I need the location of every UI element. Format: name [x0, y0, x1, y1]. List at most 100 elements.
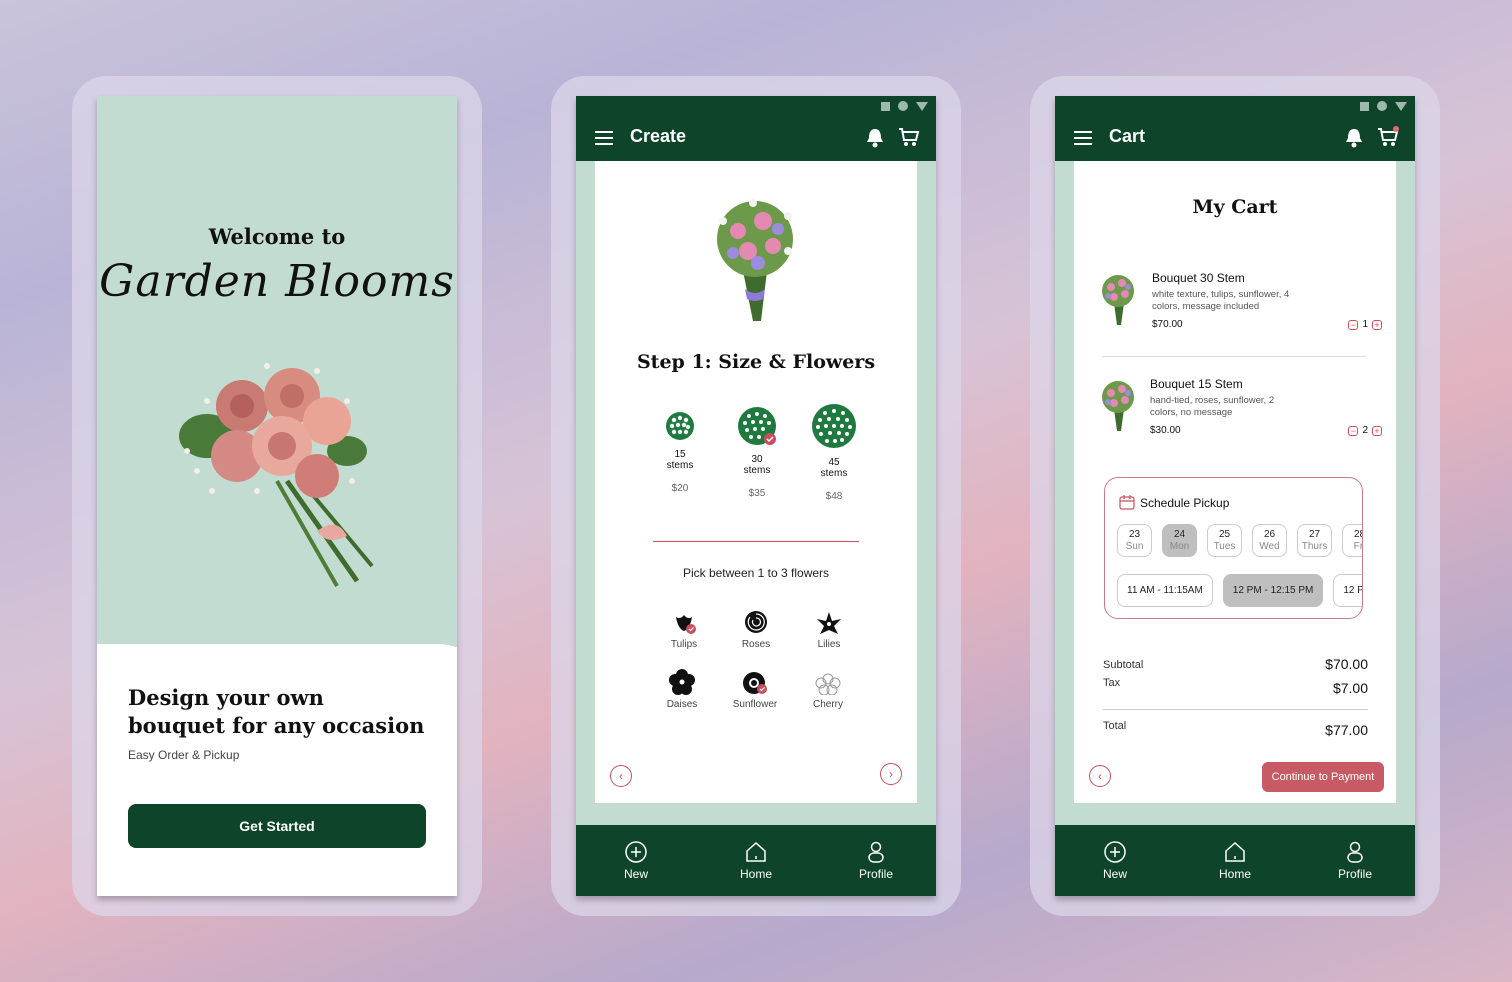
date-picker: 23Sun 24Mon 25Tues 26Wed 27Thurs 28Fri [1117, 524, 1362, 557]
stems-15-icon [666, 412, 694, 440]
decrease-button[interactable]: − [1348, 319, 1359, 330]
nav-home[interactable]: Home [696, 825, 816, 896]
item-description: hand-tied, roses, sunflower, 2 colors, n… [1150, 395, 1275, 418]
cart-icon[interactable] [1377, 126, 1399, 148]
size-45-count: 45 [828, 457, 840, 468]
welcome-screen: Welcome to Garden Blooms Design your own… [97, 96, 457, 896]
status-bar [1055, 96, 1415, 118]
plus-circle-icon [1104, 841, 1126, 863]
circle-icon [1377, 101, 1387, 111]
bottom-nav: New Home Profile [576, 825, 936, 896]
flower-daises[interactable]: Daises [652, 669, 712, 710]
cart-icon[interactable] [898, 126, 920, 148]
size-option-15[interactable]: 15 stems $20 [650, 411, 710, 494]
get-started-button[interactable]: Get Started [128, 804, 426, 848]
flower-roses[interactable]: Roses [726, 609, 786, 650]
size-option-45[interactable]: 45 stems $48 [804, 404, 864, 502]
calendar-icon [1119, 495, 1135, 510]
welcome-phone-frame: Welcome to Garden Blooms Design your own… [72, 76, 482, 916]
size-30-price: $35 [748, 488, 766, 499]
flower-label: Lilies [817, 639, 841, 650]
menu-icon[interactable] [595, 131, 613, 145]
continue-to-payment-button[interactable]: Continue to Payment [1262, 762, 1384, 792]
pick-instructions: Pick between 1 to 3 flowers [682, 566, 830, 580]
increase-button[interactable]: + [1372, 425, 1382, 436]
cart-screen: Cart My Cart Bouquet 30 Stem white textu… [1055, 96, 1415, 896]
size-30-unit: stems [743, 465, 771, 476]
cart-card: My Cart Bouquet 30 Stem white texture, t… [1074, 161, 1396, 803]
app-bar: Create [576, 118, 936, 161]
subtotal-row: Subtotal $70.00 [1103, 656, 1368, 672]
totals-divider [1103, 709, 1368, 710]
nav-profile-label: Profile [1337, 867, 1372, 881]
date-option[interactable]: 28Fri [1342, 524, 1362, 557]
item-divider [1102, 356, 1366, 357]
flower-cherry[interactable]: Cherry [798, 673, 858, 710]
cart-title: My Cart [1192, 196, 1278, 218]
home-icon [1225, 841, 1245, 862]
next-arrow-button[interactable]: › [880, 763, 902, 785]
size-30-count: 30 [751, 454, 763, 465]
back-arrow-button[interactable]: ‹ [610, 765, 632, 787]
size-option-30[interactable]: 30 stems $35 [727, 407, 787, 499]
brand-logo: Garden Blooms [99, 256, 455, 307]
date-option[interactable]: 25 Tues [1207, 524, 1242, 557]
increase-button[interactable]: + [1372, 319, 1382, 330]
tulip-icon [676, 615, 696, 634]
bell-icon[interactable] [1345, 128, 1363, 148]
triangle-icon [916, 101, 928, 111]
cart-item: Bouquet 15 Stem hand-tied, roses, sunflo… [1098, 377, 1382, 457]
rose-icon [745, 611, 767, 633]
bouquet-thumbnail [1102, 275, 1134, 325]
flower-tulips[interactable]: Tulips [654, 611, 714, 650]
quantity-stepper: − 2 + [1348, 425, 1382, 436]
date-number: 24 [1173, 529, 1186, 540]
nav-profile[interactable]: Profile [1295, 825, 1415, 896]
square-icon [881, 101, 890, 111]
date-option-selected[interactable]: 24 Mon [1162, 524, 1197, 557]
date-number: 26 [1263, 529, 1276, 540]
time-option[interactable]: 11 AM - 11:15AM [1117, 574, 1213, 607]
time-option[interactable]: 12 PM [1333, 574, 1362, 607]
rose-bouquet-image [179, 363, 374, 587]
status-bar [576, 96, 936, 118]
app-bar: Cart [1055, 118, 1415, 161]
bottom-nav: New Home Profile [1055, 825, 1415, 896]
home-icon [746, 841, 766, 862]
nav-home-label: Home [739, 867, 772, 881]
flower-lilies[interactable]: Lilies [799, 611, 859, 650]
nav-new-label: New [623, 867, 648, 881]
total-label: Total [1103, 720, 1127, 732]
quantity-stepper: − 1 + [1348, 319, 1382, 330]
time-picker: 11 AM - 11:15AM 12 PM - 12:15 PM 12 PM [1117, 574, 1362, 607]
create-screen: Create Step 1: Size & Flowers 15 stems $… [576, 96, 936, 896]
date-option[interactable]: 26 Wed [1252, 524, 1287, 557]
date-number: 23 [1128, 529, 1141, 540]
nav-new[interactable]: New [1055, 825, 1175, 896]
nav-new[interactable]: New [576, 825, 696, 896]
nav-new-label: New [1102, 867, 1127, 881]
decrease-button[interactable]: − [1348, 425, 1359, 436]
time-option-selected[interactable]: 12 PM - 12:15 PM [1222, 574, 1324, 607]
date-weekday: Wed [1259, 541, 1280, 552]
cart-item: Bouquet 30 Stem white texture, tulips, s… [1098, 271, 1382, 351]
bell-icon[interactable] [866, 128, 884, 148]
nav-home[interactable]: Home [1175, 825, 1295, 896]
subtotal-value: $70.00 [1325, 656, 1368, 672]
date-option[interactable]: 23 Sun [1117, 524, 1152, 557]
item-price: $30.00 [1150, 425, 1181, 436]
menu-icon[interactable] [1074, 131, 1092, 145]
date-number: 25 [1218, 529, 1231, 540]
flower-sunflower[interactable]: Sunflower [725, 671, 785, 710]
bouquet-image [717, 199, 793, 321]
tax-label: Tax [1103, 677, 1121, 689]
back-arrow-button[interactable]: ‹ [1089, 765, 1111, 787]
size-15-price: $20 [671, 483, 689, 494]
lily-icon [817, 612, 841, 634]
nav-profile[interactable]: Profile [816, 825, 936, 896]
item-name: Bouquet 15 Stem [1150, 377, 1243, 391]
date-option[interactable]: 27 Thurs [1297, 524, 1332, 557]
date-weekday: Mon [1169, 541, 1190, 552]
nav-profile-label: Profile [858, 867, 893, 881]
circle-icon [898, 101, 908, 111]
